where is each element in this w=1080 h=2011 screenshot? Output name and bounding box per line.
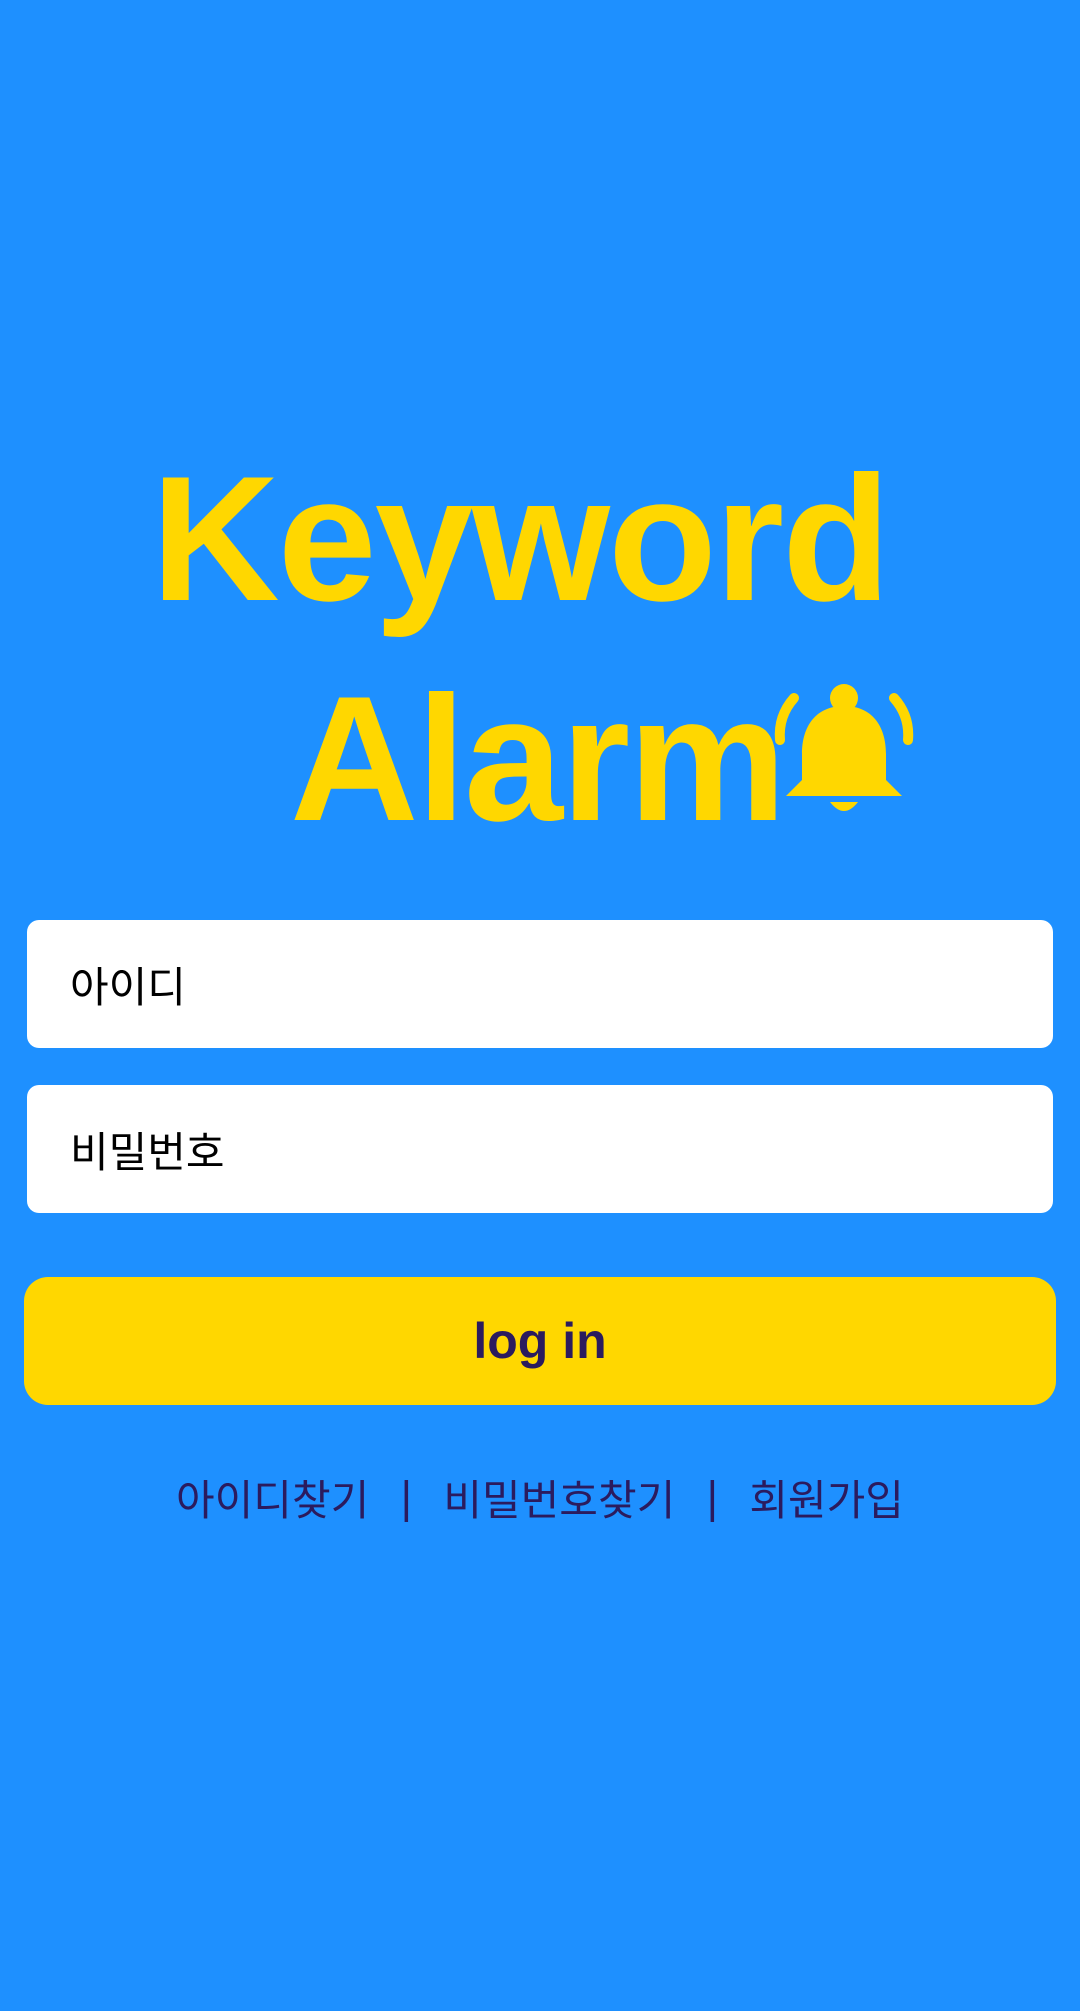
account-links: 아이디찾기 | 비밀번호찾기 | 회원가입 xyxy=(0,1465,1080,1529)
login-button-label: log in xyxy=(473,1313,607,1369)
login-screen: Keyword Alarm 아이디 비밀번호 log in 아이디찾기 | 비밀… xyxy=(0,0,1080,2011)
password-field[interactable]: 비밀번호 xyxy=(27,1085,1053,1213)
login-button[interactable]: log in xyxy=(24,1277,1056,1405)
app-title-alarm: Alarm xyxy=(290,659,787,858)
bell-ringing-icon xyxy=(774,684,914,811)
link-separator: | xyxy=(705,1472,720,1522)
find-password-link[interactable]: 비밀번호찾기 xyxy=(443,1467,675,1528)
find-id-link[interactable]: 아이디찾기 xyxy=(176,1467,369,1528)
password-placeholder: 비밀번호 xyxy=(70,1127,225,1177)
id-field[interactable]: 아이디 xyxy=(27,920,1053,1048)
link-separator: | xyxy=(399,1472,414,1522)
signup-link[interactable]: 회원가입 xyxy=(749,1467,904,1528)
id-placeholder: 아이디 xyxy=(70,962,186,1012)
app-title-keyword: Keyword xyxy=(151,439,891,638)
